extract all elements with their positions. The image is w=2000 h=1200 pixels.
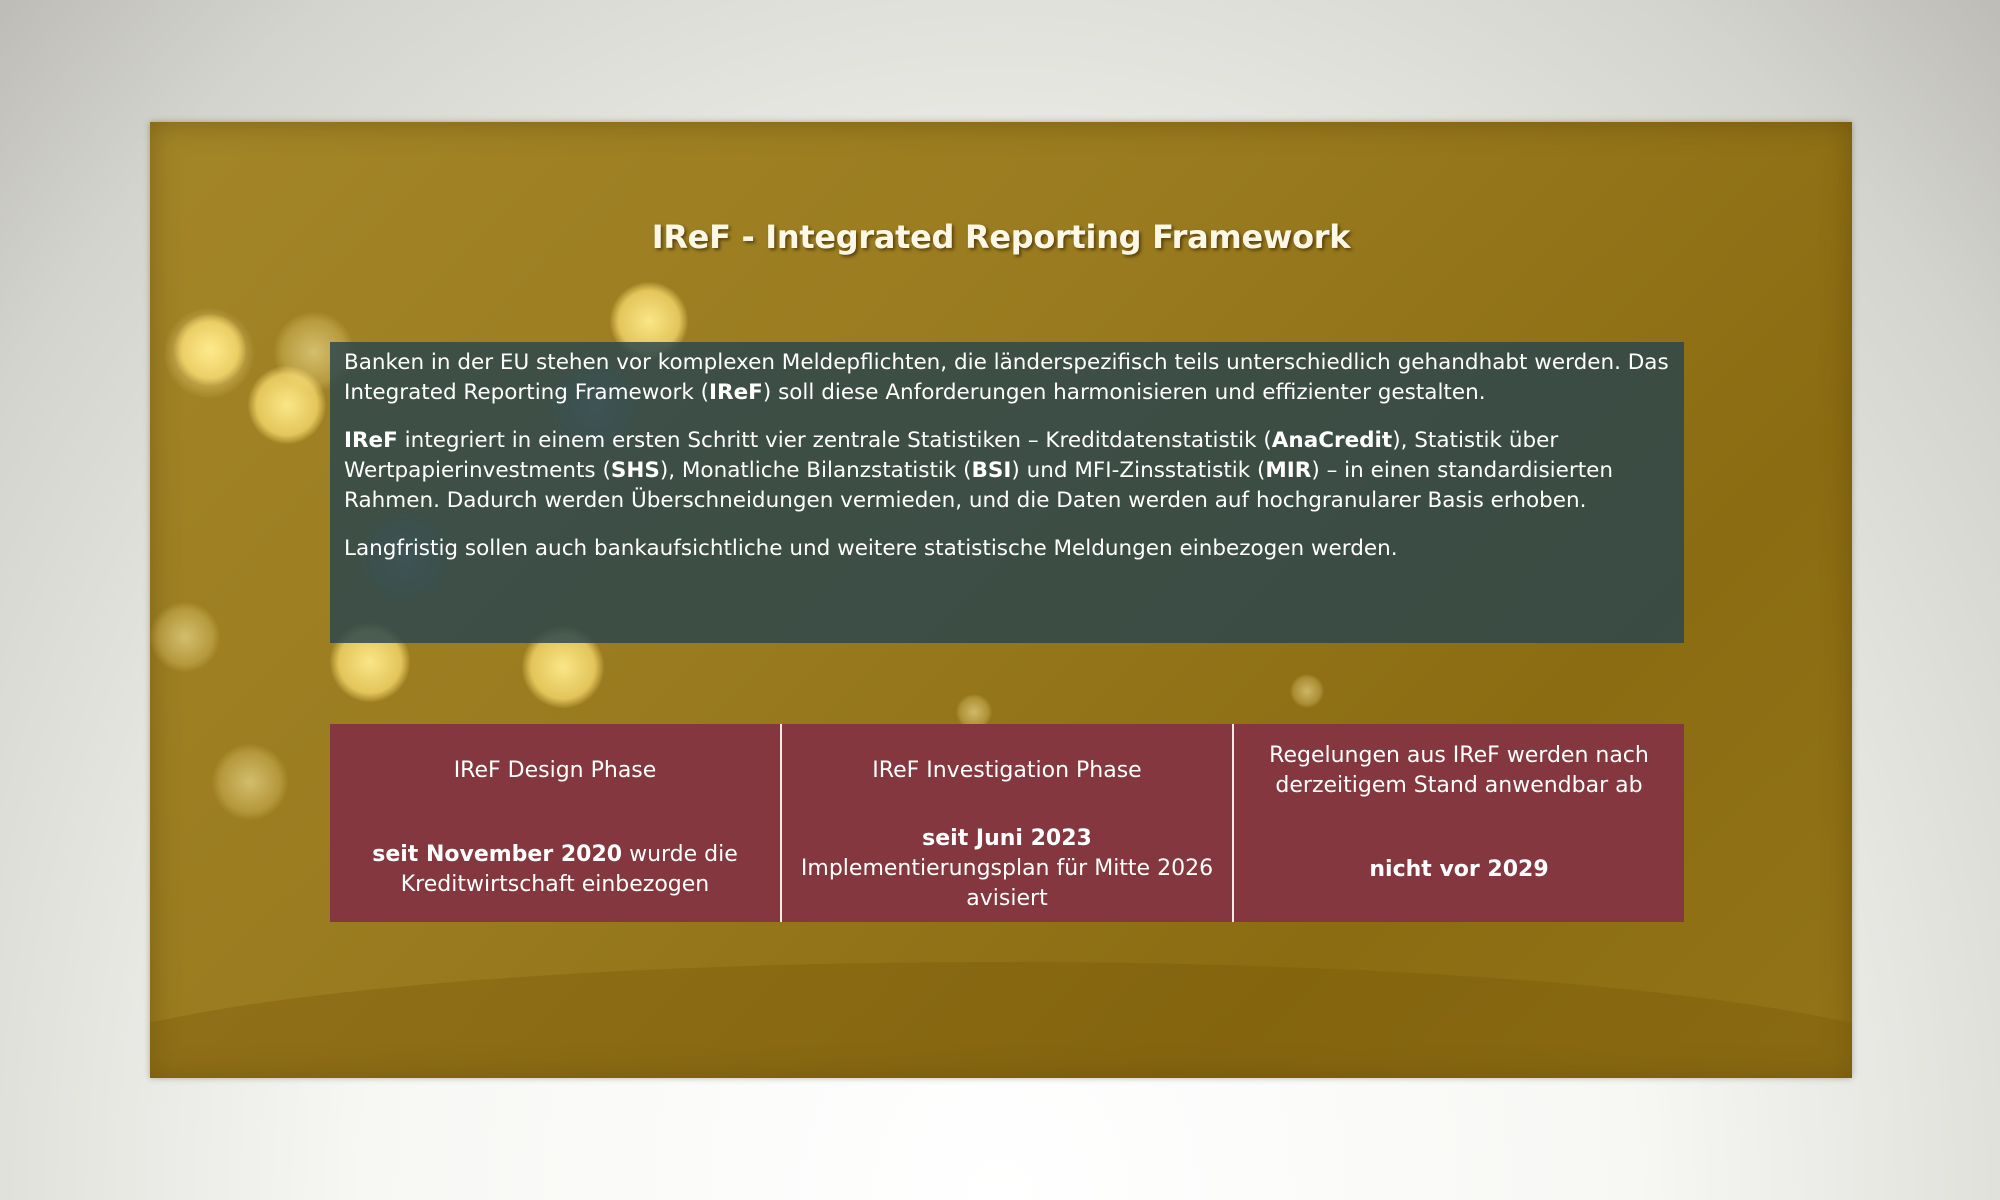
phase-body: seit November 2020 wurde die Kreditwirts…	[340, 840, 770, 900]
phase-title: Regelungen aus IReF werden nach derzeiti…	[1269, 743, 1649, 798]
phase-date: seit November 2020	[372, 842, 623, 867]
bokeh-light	[1290, 674, 1324, 708]
slide: IReF - Integrated Reporting Framework Ba…	[150, 122, 1852, 1078]
bokeh-light	[150, 602, 220, 672]
intro-textbox: Banken in der EU stehen vor komplexen Me…	[330, 342, 1684, 643]
text-run: ) und MFI-Zinsstatistik (	[1011, 458, 1266, 483]
phase-applicable: Regelungen aus IReF werden nach derzeiti…	[1232, 724, 1684, 922]
bokeh-light	[174, 314, 246, 386]
phase-design: IReF Design Phase seit November 2020 wur…	[330, 724, 780, 922]
phase-title: IReF Design Phase	[453, 758, 657, 783]
background-wave	[150, 962, 1852, 1078]
phase-title: IReF Investigation Phase	[872, 758, 1142, 783]
intro-paragraph-1: Banken in der EU stehen vor komplexen Me…	[344, 348, 1670, 408]
phase-description: Implementierungsplan für Mitte 2026 avis…	[800, 856, 1214, 911]
bold-term: IReF	[709, 380, 763, 405]
bokeh-light	[212, 744, 288, 820]
phase-date: seit Juni 2023	[922, 826, 1092, 851]
text-run: integriert in einem ersten Schritt vier …	[397, 428, 1272, 453]
phase-body: seit Juni 2023 Implementierungsplan für M…	[792, 824, 1222, 914]
bold-term: SHS	[610, 458, 660, 483]
phase-date: nicht vor 2029	[1369, 857, 1549, 882]
phase-investigation: IReF Investigation Phase seit Juni 2023 I…	[780, 724, 1232, 922]
slide-title: IReF - Integrated Reporting Framework	[651, 218, 1351, 256]
phase-body: nicht vor 2029	[1244, 855, 1674, 885]
intro-paragraph-3: Langfristig sollen auch bankaufsichtlich…	[344, 536, 1398, 561]
bold-term: AnaCredit	[1271, 428, 1393, 453]
text-run: ) soll diese Anforderungen harmonisieren…	[762, 380, 1486, 405]
bold-term: BSI	[971, 458, 1012, 483]
text-run: ), Monatliche Bilanzstatistik (	[659, 458, 972, 483]
phases-row: IReF Design Phase seit November 2020 wur…	[330, 724, 1684, 922]
intro-paragraph-2: IReF integriert in einem ersten Schritt …	[344, 426, 1670, 516]
bold-term: MIR	[1265, 458, 1312, 483]
bold-term: IReF	[344, 428, 398, 453]
